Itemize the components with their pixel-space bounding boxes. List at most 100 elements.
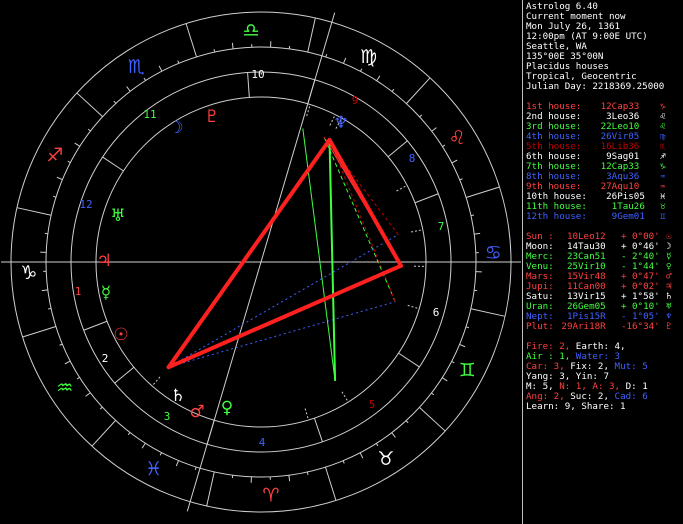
degree-tick	[442, 144, 446, 148]
degree-tick	[431, 392, 435, 396]
house-number: 6	[433, 306, 440, 319]
degree-tick	[431, 127, 437, 132]
zodiac-sign-icon: ♐	[46, 144, 63, 166]
zodiac-sign-icon: ♌	[449, 127, 466, 149]
degree-tick	[56, 176, 63, 181]
house-number: 12	[79, 198, 92, 211]
degree-tick	[87, 128, 91, 132]
degree-tick	[85, 392, 91, 397]
house-number: 2	[102, 352, 109, 365]
zodiac-sign-icon: ♏	[128, 56, 145, 78]
house-number: 11	[143, 108, 156, 121]
degree-tick	[474, 232, 481, 235]
sign-boundary	[206, 471, 215, 507]
house-cusp-line	[398, 352, 420, 368]
degree-tick	[451, 360, 455, 364]
degree-tick	[99, 406, 103, 410]
house-number: 3	[164, 410, 171, 423]
degree-tick	[67, 160, 71, 164]
degree-tick	[64, 360, 71, 365]
zodiac-sign-icon: ♒	[56, 377, 73, 399]
sign-boundary	[22, 325, 57, 338]
element-summary: Fire: 2, Earth: 4, Air : 1, Water: 3 Car: …	[526, 342, 683, 412]
planet-name: Plut:	[526, 321, 554, 332]
planet-glyph-icon: ☉	[113, 325, 128, 345]
planet-tick	[306, 106, 311, 117]
zodiac-sign-icon: ♉	[377, 448, 394, 470]
degree-tick	[76, 376, 80, 380]
planet-row: Plut: 29Ari18R -16°34' ♇	[526, 322, 683, 332]
aspect-line	[329, 139, 396, 302]
degree-tick	[376, 75, 381, 82]
house-number: 4	[259, 436, 266, 449]
degree-tick	[441, 377, 448, 382]
planet-glyph-icon: ♅	[110, 206, 125, 226]
planet-glyph-icon: ♂	[189, 402, 204, 422]
sign-boundary	[470, 308, 506, 317]
house-cusp-row: 12th house: 9Gem01 ♊	[526, 212, 683, 222]
planet-glyph-icon: ♇	[204, 107, 219, 127]
degree-tick	[41, 289, 48, 292]
degree-tick	[48, 307, 52, 310]
planet-glyph-icon: ♇	[666, 321, 672, 332]
planet-glyph-icon: ☽	[168, 118, 183, 138]
degree-tick	[391, 88, 395, 92]
degree-tick	[52, 195, 57, 198]
degree-tick	[459, 343, 466, 348]
julian-day: Julian Day: 2218369.25000	[526, 81, 665, 92]
degree-tick	[74, 142, 81, 147]
house-cusp-value: 9Gem01	[611, 211, 645, 222]
degree-tick	[141, 442, 146, 449]
panel-divider	[522, 0, 523, 524]
sign-boundary	[324, 466, 337, 501]
degree-tick	[158, 65, 163, 72]
house-cusp-line	[387, 140, 408, 158]
zodiac-sign-icon: ♋	[485, 242, 502, 264]
planet-glyph-icon: ♃	[96, 251, 111, 271]
house-cusp-line	[414, 193, 439, 204]
planet-tick	[304, 408, 309, 419]
degree-tick	[231, 42, 234, 49]
degree-tick	[391, 432, 396, 438]
degree-tick	[465, 326, 470, 329]
element-summary-text: Learn: 9, Share: 1	[526, 401, 626, 412]
degree-tick	[375, 443, 379, 447]
house-number: 10	[251, 68, 264, 81]
degree-tick	[419, 114, 423, 118]
degree-tick	[143, 77, 147, 81]
sign-boundary	[419, 407, 446, 432]
house-cusp-line	[83, 320, 108, 331]
sign-boundary	[16, 207, 52, 216]
degree-tick	[459, 178, 463, 181]
sign-boundary	[91, 420, 116, 447]
degree-tick	[177, 60, 180, 64]
zodiac-sign-icon: ♈	[262, 484, 279, 506]
zodiac-sign-icon: ♍	[360, 46, 377, 68]
element-summary-row: Learn: 9, Share: 1	[526, 402, 683, 412]
house-sign-icon: ♊	[660, 211, 666, 222]
house-label: 12th house:	[526, 211, 587, 222]
chart-header: Astrolog 6.40 Current moment now Mon Jul…	[526, 2, 683, 92]
aspect-line	[168, 234, 399, 368]
element-summary-text: Mut: 5	[614, 361, 648, 372]
house-number: 1	[75, 285, 82, 298]
degree-tick	[59, 343, 63, 346]
planet-tick	[396, 185, 406, 192]
house-cusp-line	[102, 156, 124, 172]
degree-tick	[306, 471, 309, 475]
sign-boundary	[406, 77, 431, 104]
aspect-line	[323, 136, 396, 302]
degree-tick	[325, 53, 328, 58]
degree-tick	[175, 460, 180, 467]
sign-boundary	[465, 186, 500, 199]
degree-tick	[359, 452, 364, 459]
house-cusp-line	[247, 72, 250, 98]
sign-boundary	[307, 17, 316, 53]
degree-tick	[288, 475, 291, 482]
planet-tick	[410, 229, 421, 233]
info-panel: Astrolog 6.40 Current moment now Mon Jul…	[526, 2, 683, 522]
planet-glyph-icon: ♆	[333, 113, 348, 133]
planet-glyph-icon: ♀	[221, 398, 233, 418]
zodiac-sign-icon: ♎	[243, 20, 260, 42]
planet-glyph-icon: ☿	[101, 283, 111, 303]
